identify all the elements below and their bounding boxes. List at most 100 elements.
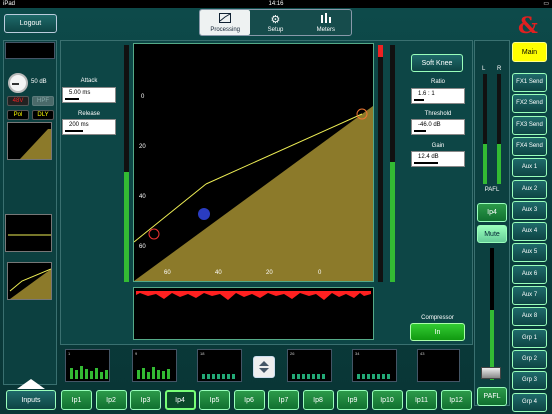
scroll-up-icon — [259, 361, 269, 366]
brand-logo: & — [518, 13, 538, 39]
gate-thumbnail[interactable] — [5, 214, 52, 252]
mix-button-aux-7[interactable]: Aux 7 — [512, 286, 547, 305]
fader-track[interactable] — [490, 248, 494, 380]
right-channel-label: R — [497, 66, 502, 72]
logout-button[interactable]: Logout — [4, 14, 57, 33]
meter-bridge-group-4[interactable]: 26 — [287, 349, 332, 382]
mix-button-aux-8[interactable]: Aux 8 — [512, 307, 547, 327]
mix-button-fx1-send[interactable]: FX1 Send — [512, 73, 547, 92]
graph-y-tick: 20 — [139, 144, 146, 150]
waveform-display — [133, 287, 374, 340]
ratio-field[interactable]: 1.6 : 1 — [411, 88, 465, 104]
channel-button-ip5[interactable]: Ip5 — [199, 390, 230, 410]
meter-label: 9 — [135, 351, 138, 356]
mix-button-grp-1[interactable]: Grp 1 — [512, 328, 547, 348]
meter-bridge-group-5[interactable]: 34 — [352, 349, 397, 382]
hpf-button[interactable]: HPF — [32, 96, 54, 106]
main-left-meter — [483, 74, 487, 184]
threshold-label: Threshold — [424, 111, 452, 117]
mix-button-aux-4[interactable]: Aux 4 — [512, 222, 547, 242]
release-field[interactable]: 200 ms — [62, 119, 116, 135]
main-mix-button[interactable]: Main — [512, 42, 547, 62]
phantom-power-button[interactable]: 48V — [7, 96, 29, 106]
mix-button-grp-3[interactable]: Grp 3 — [512, 371, 547, 391]
delay-button[interactable]: DLY — [32, 110, 54, 120]
tab-processing[interactable]: Processing — [200, 10, 251, 35]
meter-bridge-group-6[interactable]: 43 — [417, 349, 460, 382]
compressor-graph[interactable]: 0 20 40 60 60 40 20 0 — [133, 43, 374, 282]
mix-button-aux-6[interactable]: Aux 6 — [512, 264, 547, 284]
channel-button-ip6[interactable]: Ip6 — [233, 390, 265, 410]
compressor-thumbnail[interactable] — [7, 262, 52, 300]
meter-label: 1 — [68, 351, 71, 356]
clock: 14:16 — [268, 1, 284, 7]
attack-field[interactable]: 5.00 ms — [62, 87, 116, 103]
ratio-value: 1.6 : 1 — [418, 91, 435, 97]
pafl-meter-label: PAFL — [484, 187, 500, 193]
channel-button-ip9[interactable]: Ip9 — [337, 390, 368, 410]
tab-meters-label: Meters — [316, 27, 335, 33]
meter-bridge-group-2[interactable]: 9 — [132, 349, 177, 382]
fader-knob[interactable] — [481, 367, 501, 379]
polarity-button[interactable]: Pol — [7, 110, 29, 120]
channel-button-ip11[interactable]: Ip11 — [406, 390, 437, 410]
channel-button-ip1[interactable]: Ip1 — [61, 390, 92, 410]
scroll-down-icon — [259, 368, 269, 373]
main-right-meter — [497, 74, 501, 184]
graph-x-tick: 0 — [318, 270, 322, 276]
attack-label: Attack — [80, 78, 98, 84]
soft-knee-button[interactable]: Soft Knee — [411, 54, 463, 72]
hpf-thumbnail[interactable] — [7, 122, 52, 160]
compressor-in-button[interactable]: In — [410, 323, 465, 341]
mix-button-aux-3[interactable]: Aux 3 — [512, 200, 547, 220]
meter-label: 18 — [200, 351, 205, 356]
gear-icon: ⚙ — [270, 14, 281, 26]
mix-button-fx4-send[interactable]: FX4 Send — [512, 136, 547, 156]
meter-label: 43 — [420, 351, 425, 356]
gain-knob[interactable] — [8, 73, 28, 93]
inputs-button[interactable]: Inputs — [6, 390, 56, 410]
mix-button-aux-2[interactable]: Aux 2 — [512, 179, 547, 199]
channel-button-ip4[interactable]: Ip4 — [164, 390, 196, 410]
channel-button-ip12[interactable]: Ip12 — [440, 390, 472, 410]
graph-y-tick: 60 — [139, 244, 146, 250]
gain-field[interactable]: 12.4 dB — [411, 151, 465, 167]
meter-bridge-group-3[interactable]: 18 — [197, 349, 242, 382]
mix-button-fx3-send[interactable]: FX3 Send — [512, 115, 547, 135]
mute-button[interactable]: Mute — [477, 225, 507, 243]
processing-icon — [219, 13, 232, 27]
channel-name-display[interactable] — [5, 42, 55, 59]
channel-button-ip10[interactable]: Ip10 — [371, 390, 403, 410]
mix-button-grp-4[interactable]: Grp 4 — [512, 392, 547, 412]
battery-icon: ▭ — [543, 1, 549, 7]
gain-value: 50 dB — [31, 79, 47, 85]
left-channel-label: L — [482, 66, 486, 72]
status-bar: iPad 14:16 ▭ — [0, 0, 552, 8]
meter-bridge-group-1[interactable]: 1 — [65, 349, 110, 382]
graph-x-tick: 60 — [164, 270, 171, 276]
mix-button-grp-2[interactable]: Grp 2 — [512, 349, 547, 369]
meter-label: 26 — [290, 351, 295, 356]
channel-button-ip7[interactable]: Ip7 — [268, 390, 299, 410]
mix-button-fx2-send[interactable]: FX2 Send — [512, 94, 547, 114]
graph-x-tick: 40 — [215, 270, 222, 276]
channel-button-ip3[interactable]: Ip3 — [130, 390, 161, 410]
graph-y-tick: 40 — [139, 194, 146, 200]
tab-setup[interactable]: ⚙ Setup — [250, 10, 300, 35]
output-meter — [390, 45, 395, 282]
threshold-field[interactable]: -46.0 dB — [411, 119, 465, 135]
meter-scroll-button[interactable] — [253, 356, 275, 378]
selected-channel-button[interactable]: Ip4 — [477, 203, 507, 222]
meters-icon — [320, 13, 332, 27]
tab-meters[interactable]: Meters — [301, 10, 351, 35]
tab-setup-label: Setup — [267, 27, 284, 33]
release-label: Release — [77, 111, 100, 117]
channel-strip — [3, 40, 57, 385]
makeup-gain-value: 12.4 dB — [418, 154, 439, 160]
pafl-button[interactable]: PAFL — [477, 387, 507, 406]
channel-button-ip2[interactable]: Ip2 — [95, 390, 127, 410]
meter-label: 34 — [355, 351, 360, 356]
channel-button-ip8[interactable]: Ip8 — [302, 390, 334, 410]
mix-button-aux-5[interactable]: Aux 5 — [512, 243, 547, 263]
mix-button-aux-1[interactable]: Aux 1 — [512, 158, 547, 178]
